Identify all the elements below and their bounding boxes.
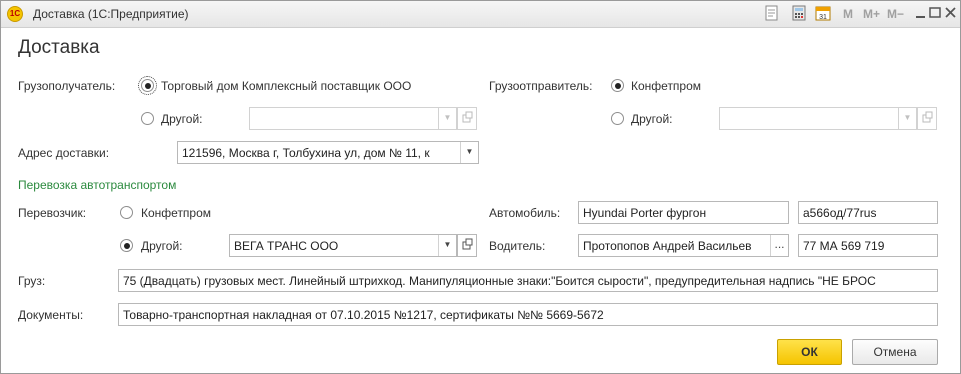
address-value: 121596, Москва г, Толбухина ул, дом № 11… (182, 146, 430, 160)
transport-section-title: Перевозка автотранспортом (18, 178, 177, 192)
ok-button[interactable]: ОК (777, 339, 842, 365)
shipper-label: Грузоотправитель: (489, 79, 593, 93)
window-title: Доставка (1С:Предприятие) (33, 7, 189, 21)
driver-license-value: 77 МА 569 719 (803, 239, 885, 253)
memory-subtract-button[interactable]: M− (887, 7, 904, 21)
vehicle-label: Автомобиль: (489, 206, 561, 220)
consignee-radio-other[interactable] (141, 112, 154, 125)
vehicle-plate-value: а566од/77rus (803, 206, 877, 220)
shipper-open-button[interactable] (917, 107, 937, 130)
shipper-option-other: Другой: (631, 112, 673, 126)
svg-text:31: 31 (819, 14, 827, 21)
shipper-option-konfetprom: Конфетпром (631, 79, 702, 93)
driver-name-value: Протопопов Андрей Васильев (583, 239, 752, 253)
driver-label: Водитель: (489, 239, 546, 253)
carrier-dropdown-icon[interactable]: ▼ (438, 235, 456, 256)
1c-logo-icon: 1С (7, 6, 23, 22)
consignee-label: Грузополучатель: (18, 79, 116, 93)
shipper-radio-konfetprom[interactable] (611, 79, 624, 92)
consignee-other-field[interactable]: ▼ (249, 107, 457, 130)
cancel-button[interactable]: Отмена (852, 339, 938, 365)
consignee-option-company: Торговый дом Комплексный поставщик ООО (161, 79, 412, 93)
vehicle-plate-field[interactable]: а566од/77rus (798, 201, 938, 224)
cargo-field[interactable]: 75 (Двадцать) грузовых мест. Линейный шт… (118, 269, 938, 292)
calendar-icon[interactable]: 31 (815, 5, 831, 21)
carrier-label: Перевозчик: (18, 206, 87, 220)
driver-license-field[interactable]: 77 МА 569 719 (798, 234, 938, 257)
open-form-icon (462, 238, 473, 250)
carrier-other-value: ВЕГА ТРАНС ООО (234, 239, 339, 253)
carrier-other-field[interactable]: ВЕГА ТРАНС ООО ▼ (229, 234, 457, 257)
consignee-radio-company[interactable] (138, 76, 157, 95)
carrier-open-button[interactable] (457, 234, 477, 257)
open-form-icon (462, 111, 473, 123)
documents-field[interactable]: Товарно-транспортная накладная от 07.10.… (118, 303, 938, 326)
title-bar: 1С Доставка (1С:Предприятие) 31 M M+ M− (1, 1, 960, 28)
address-dropdown-icon[interactable]: ▼ (460, 142, 478, 163)
carrier-option-konfetprom: Конфетпром (141, 206, 212, 220)
carrier-radio-konfetprom[interactable] (120, 206, 133, 219)
documents-label: Документы: (18, 308, 84, 322)
memory-store-button[interactable]: M (843, 7, 853, 21)
consignee-dropdown-icon[interactable]: ▼ (438, 108, 456, 129)
address-label: Адрес доставки: (18, 146, 110, 160)
shipper-radio-other[interactable] (611, 112, 624, 125)
carrier-option-other: Другой: (141, 239, 183, 253)
vehicle-model-field[interactable]: Hyundai Porter фургон (578, 201, 789, 224)
calculator-icon[interactable] (791, 5, 807, 21)
driver-select-button[interactable]: ... (770, 235, 788, 256)
delivery-window: 1С Доставка (1С:Предприятие) 31 M M+ M− … (0, 0, 961, 374)
consignee-option-other: Другой: (161, 112, 203, 126)
vehicle-model-value: Hyundai Porter фургон (583, 206, 707, 220)
note-icon[interactable] (764, 5, 780, 21)
carrier-radio-other[interactable] (120, 239, 133, 252)
address-field[interactable]: 121596, Москва г, Толбухина ул, дом № 11… (177, 141, 479, 164)
shipper-dropdown-icon[interactable]: ▼ (898, 108, 916, 129)
shipper-other-field[interactable]: ▼ (719, 107, 917, 130)
driver-name-field[interactable]: Протопопов Андрей Васильев ... (578, 234, 789, 257)
close-icon[interactable] (943, 5, 959, 21)
documents-value: Товарно-транспортная накладная от 07.10.… (123, 308, 604, 322)
cargo-value: 75 (Двадцать) грузовых мест. Линейный шт… (123, 274, 876, 288)
open-form-icon (922, 111, 933, 123)
maximize-icon[interactable] (927, 5, 943, 21)
memory-add-button[interactable]: M+ (863, 7, 880, 21)
form-heading: Доставка (18, 37, 100, 58)
consignee-open-button[interactable] (457, 107, 477, 130)
cargo-label: Груз: (18, 274, 46, 288)
